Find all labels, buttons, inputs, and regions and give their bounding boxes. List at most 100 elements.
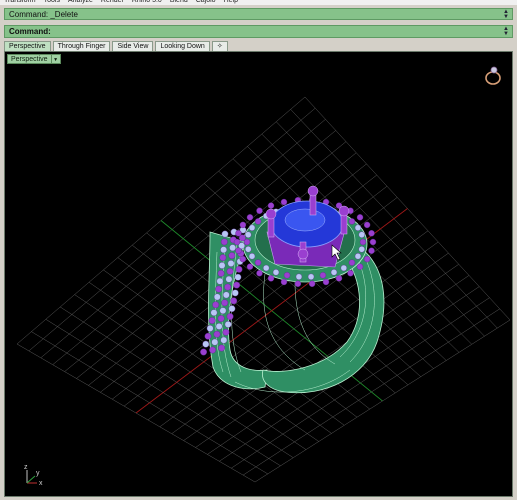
bead: [217, 315, 225, 322]
bead: [363, 221, 371, 229]
bead: [222, 291, 230, 299]
bead: [319, 272, 327, 279]
bead: [230, 297, 238, 305]
bead: [267, 275, 275, 282]
bead: [294, 280, 302, 287]
bead: [228, 305, 236, 313]
bead: [215, 285, 223, 293]
menu-item[interactable]: Help: [224, 0, 238, 5]
bead: [322, 278, 330, 286]
bead: [204, 332, 212, 340]
bead: [235, 247, 242, 254]
bead: [222, 328, 230, 336]
bead: [368, 247, 375, 254]
menu-item[interactable]: Render: [101, 0, 124, 5]
bead: [347, 270, 354, 277]
bead: [218, 344, 225, 352]
bead: [295, 273, 303, 281]
bead: [356, 214, 364, 221]
history-scroll-arrows-icon[interactable]: ▲ ▼: [502, 9, 510, 20]
menu-item[interactable]: Transform: [4, 0, 36, 5]
bead: [228, 252, 236, 260]
tab-looking-down[interactable]: Looking Down: [155, 41, 210, 51]
command-history: Command: _Delete ▲ ▼: [4, 8, 513, 20]
viewport-title[interactable]: Perspective ▼: [7, 54, 61, 64]
bead: [212, 301, 220, 309]
tab-through-finger[interactable]: Through Finger: [52, 41, 111, 51]
bead: [283, 272, 291, 279]
bead: [224, 320, 232, 328]
menu-item[interactable]: Blend: [170, 0, 188, 5]
bead: [208, 317, 216, 324]
bead: [206, 324, 214, 332]
menu-item[interactable]: Cajolo: [196, 0, 216, 5]
bead: [363, 255, 371, 263]
bead: [243, 238, 251, 246]
bead: [246, 214, 254, 221]
grid-line-v: [254, 319, 511, 483]
bead: [246, 263, 254, 270]
dropdown-arrow-icon[interactable]: ▼: [51, 54, 61, 64]
bead: [307, 273, 315, 281]
menu-item[interactable]: Analyze: [68, 0, 93, 5]
bead: [280, 198, 288, 206]
viewport-title-label[interactable]: Perspective: [7, 54, 52, 64]
bead: [335, 275, 343, 282]
viewport-scene[interactable]: z x y: [5, 52, 512, 496]
bead: [220, 246, 228, 254]
bead: [330, 269, 338, 276]
bead: [359, 238, 367, 246]
bead: [233, 238, 241, 246]
add-tab-icon[interactable]: ✧: [211, 41, 228, 51]
menu-item[interactable]: Tools: [44, 0, 60, 5]
ring-model[interactable]: [200, 185, 385, 394]
bead: [218, 262, 226, 269]
bead: [245, 231, 252, 238]
bead: [225, 275, 233, 283]
bead: [220, 336, 228, 344]
bead: [256, 270, 263, 277]
bead: [358, 231, 365, 238]
bead: [239, 221, 247, 229]
bead: [358, 246, 365, 253]
bead: [354, 253, 362, 260]
bead: [254, 259, 262, 266]
bead: [248, 253, 256, 260]
bead: [210, 309, 218, 317]
menu-bar: Transform Tools Analyze Render Rhino 5.0 Blen…: [0, 0, 517, 5]
bead: [369, 238, 377, 246]
bead: [219, 307, 227, 315]
menu-item[interactable]: Rhino 5.0: [132, 0, 162, 5]
bead: [233, 281, 241, 289]
bead: [213, 330, 221, 338]
axis-label-z: z: [24, 464, 28, 471]
bead: [356, 263, 364, 270]
bead: [248, 224, 256, 231]
bead: [256, 207, 263, 214]
grid-line-u: [31, 331, 268, 475]
command-dropdown-arrows-icon[interactable]: ▲ ▼: [502, 26, 510, 37]
bead: [231, 289, 239, 297]
bead: [254, 218, 262, 225]
tab-side-view[interactable]: Side View: [112, 41, 154, 51]
perspective-viewport[interactable]: Perspective ▼ z x y: [4, 51, 513, 497]
command-history-text: Command: _Delete: [9, 9, 78, 19]
bead: [217, 269, 225, 277]
bead: [272, 269, 280, 276]
bead: [239, 255, 247, 263]
bead: [213, 293, 221, 301]
bead: [221, 299, 229, 307]
tab-perspective[interactable]: Perspective: [4, 41, 51, 51]
command-line-input[interactable]: Command: ▲ ▼: [4, 25, 513, 38]
bead: [348, 218, 356, 225]
bead: [235, 230, 242, 237]
bead: [215, 322, 223, 330]
bead: [200, 348, 207, 356]
bead: [216, 277, 224, 285]
bead: [226, 267, 234, 275]
ring-thumbnail-icon[interactable]: [485, 66, 501, 85]
bead: [211, 338, 219, 346]
bead: [209, 346, 216, 354]
bead: [202, 340, 210, 348]
bead: [368, 230, 375, 237]
